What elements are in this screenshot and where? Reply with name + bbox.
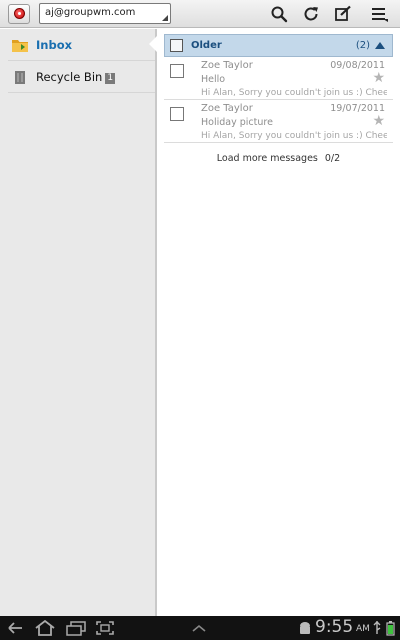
message-subject: Hello — [201, 74, 226, 85]
chevron-up-icon[interactable] — [191, 620, 207, 636]
folder-label: Recycle Bin — [36, 70, 103, 84]
account-selector[interactable]: aj@groupwm.com — [39, 3, 171, 24]
home-icon[interactable] — [34, 620, 56, 636]
load-more-count: 0/2 — [324, 153, 341, 164]
recycle-bin-icon — [15, 71, 25, 84]
message-checkbox[interactable] — [170, 107, 184, 121]
message-preview: Hi Alan, Sorry you couldn't join us :) C… — [201, 88, 387, 98]
star-icon[interactable]: ★ — [372, 114, 385, 128]
message-row[interactable]: Zoe Taylor 19/07/2011 Holiday picture ★ … — [164, 100, 393, 143]
system-bar: 9:55 AM — [0, 616, 400, 640]
recent-apps-icon[interactable] — [65, 620, 87, 636]
search-icon[interactable] — [270, 5, 288, 23]
collapse-arrow-icon[interactable] — [375, 42, 385, 49]
compose-icon[interactable] — [334, 5, 352, 23]
group-count: (2) — [355, 40, 370, 51]
folder-label: Inbox — [36, 38, 73, 52]
select-all-checkbox[interactable] — [170, 39, 183, 52]
message-preview: Hi Alan, Sorry you couldn't join us :) C… — [201, 131, 387, 141]
message-checkbox[interactable] — [170, 64, 184, 78]
dropdown-corner-icon — [162, 15, 168, 21]
selection-pointer — [149, 35, 158, 53]
usb-icon — [373, 621, 381, 634]
message-subject: Holiday picture — [201, 117, 273, 128]
message-list: Older (2) Zoe Taylor 09/08/2011 Hello ★ … — [164, 34, 393, 173]
load-more-button[interactable]: Load more messages 0/2 — [164, 143, 393, 173]
group-title: Older — [191, 40, 222, 51]
screenshot-icon[interactable] — [95, 620, 115, 636]
folder-item-inbox[interactable]: Inbox — [8, 29, 155, 61]
action-bar: aj@groupwm.com — [0, 0, 400, 28]
app-logo-icon[interactable] — [8, 4, 30, 24]
load-more-label: Load more messages — [216, 153, 318, 164]
folder-item-recycle-bin[interactable]: Recycle Bin 1 — [8, 61, 155, 93]
message-row[interactable]: Zoe Taylor 09/08/2011 Hello ★ Hi Alan, S… — [164, 57, 393, 100]
refresh-icon[interactable] — [302, 5, 320, 23]
message-sender: Zoe Taylor — [201, 103, 253, 114]
star-icon[interactable]: ★ — [372, 71, 385, 85]
unread-count-badge: 1 — [105, 73, 116, 84]
inbox-folder-icon — [12, 40, 28, 52]
folder-pane: Inbox Recycle Bin 1 — [0, 29, 158, 616]
group-header-older[interactable]: Older (2) — [164, 34, 393, 57]
clock-ampm: AM — [356, 624, 370, 634]
menu-icon[interactable] — [371, 5, 389, 23]
battery-icon — [386, 621, 395, 636]
android-debug-icon — [300, 622, 310, 634]
back-icon[interactable] — [6, 620, 26, 636]
clock-time: 9:55 — [315, 617, 354, 637]
message-sender: Zoe Taylor — [201, 60, 253, 71]
account-email: aj@groupwm.com — [45, 7, 136, 18]
